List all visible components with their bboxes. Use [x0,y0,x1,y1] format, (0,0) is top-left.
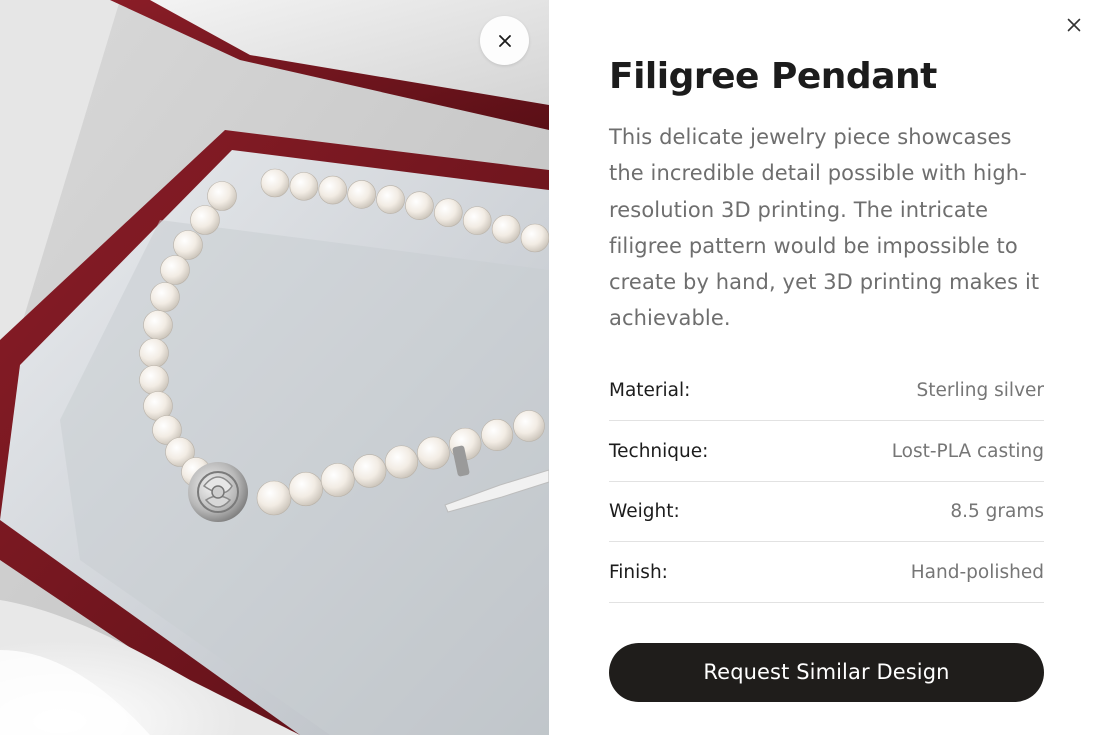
pearl [347,180,376,209]
product-description: This delicate jewelry piece showcases th… [609,125,1040,331]
pearl [352,454,387,488]
pearl [462,206,492,235]
pearl [173,230,203,260]
spec-row-material: Material: Sterling silver [609,361,1044,422]
spec-row-finish: Finish: Hand-polished [609,542,1044,603]
pearl [318,175,348,205]
pearl [139,365,169,395]
pearl-necklace-illustration [0,0,549,735]
pearl [417,436,450,470]
request-similar-design-button[interactable]: Request Similar Design [609,642,1044,702]
pearl [256,480,292,516]
pearl [434,198,463,228]
spec-value: 8.5 grams [950,501,1044,523]
pearl [320,463,355,497]
spec-label: Weight: [609,501,680,523]
flower-clasp [188,462,248,522]
pearl [384,445,419,479]
pearl [160,255,190,285]
pearl [260,168,290,198]
spec-list: Material: Sterling silver Technique: Los… [609,361,1044,603]
spec-label: Technique: [609,440,709,462]
close-icon [1067,18,1081,32]
pearl [491,214,521,244]
spec-row-technique: Technique: Lost-PLA casting [609,421,1044,482]
pearl [139,338,169,368]
pearl [143,310,173,340]
product-title: Filigree Pendant [609,56,937,97]
spec-value: Hand-polished [910,561,1044,583]
pearl [207,181,237,211]
pearl [289,172,319,201]
modal-close-button[interactable] [1062,13,1086,37]
close-icon [498,34,511,47]
spec-row-weight: Weight: 8.5 grams [609,482,1044,543]
pearl [513,410,545,442]
image-close-button[interactable] [480,16,529,65]
pearl [376,185,405,214]
pearl [190,205,220,235]
pearl [150,282,180,312]
pearl [288,471,323,507]
pearl [520,223,549,253]
pearl [481,419,514,451]
spec-value: Sterling silver [916,380,1044,402]
pearl [405,191,434,220]
spec-label: Finish: [609,561,668,583]
product-image [0,0,549,735]
spec-label: Material: [609,380,691,402]
product-details: Filigree Pendant This delicate jewelry p… [609,50,1044,702]
spec-value: Lost-PLA casting [891,440,1044,462]
